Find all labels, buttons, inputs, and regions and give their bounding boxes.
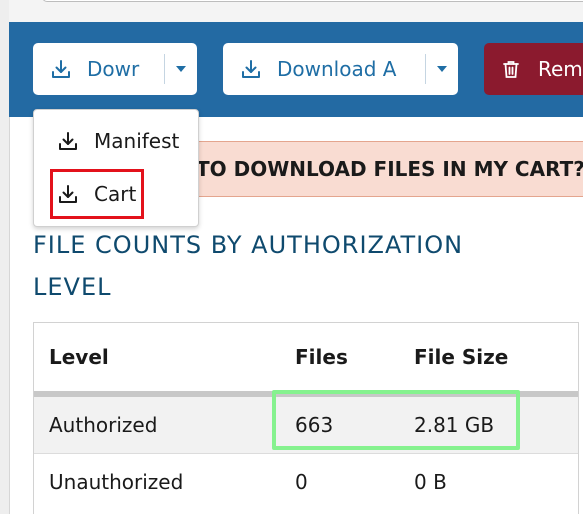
cell-level: Unauthorized <box>49 470 184 494</box>
chevron-down-icon <box>176 66 187 72</box>
alert-text: TO DOWNLOAD FILES IN MY CART? <box>196 157 583 181</box>
download-icon <box>59 185 77 203</box>
remove-all-button[interactable]: Rem <box>484 43 583 95</box>
heading-line-2: LEVEL <box>33 273 112 301</box>
menu-item-cart-label: Cart <box>94 182 137 206</box>
authorization-table: Level Files File Size Authorized 663 2.8… <box>33 322 579 514</box>
cart-toolbar: Dowr Download A Rem <box>9 22 583 117</box>
cell-files: 0 <box>295 470 308 494</box>
cell-level: Authorized <box>49 413 158 437</box>
download-icon <box>59 132 77 150</box>
download-icon <box>52 60 70 78</box>
file-counts-heading: FILE COUNTS BY AUTHORIZATION LEVEL <box>33 224 553 308</box>
download-dropdown-button[interactable]: Dowr <box>33 43 197 95</box>
download-dropdown-menu: Manifest Cart <box>33 109 199 227</box>
menu-item-manifest-label: Manifest <box>94 129 180 153</box>
download-button-main[interactable]: Dowr <box>33 43 164 95</box>
download-all-dropdown-button[interactable]: Download A <box>223 43 458 95</box>
chevron-down-icon <box>437 66 448 72</box>
header-level: Level <box>49 345 109 369</box>
header-files: Files <box>295 345 348 369</box>
download-caret-toggle[interactable] <box>165 43 197 95</box>
download-button-label: Dowr <box>87 57 140 81</box>
cell-size: 0 B <box>414 470 447 494</box>
header-file-size: File Size <box>414 345 509 369</box>
top-area <box>9 0 583 22</box>
download-all-button-main[interactable]: Download A <box>223 43 425 95</box>
menu-item-manifest[interactable]: Manifest <box>34 121 198 161</box>
download-all-button-label: Download A <box>277 57 397 81</box>
menu-item-cart[interactable]: Cart <box>34 174 198 214</box>
download-info-alert: TO DOWNLOAD FILES IN MY CART? <box>140 141 583 197</box>
cell-files: 663 <box>295 413 334 437</box>
cell-size: 2.81 GB <box>414 413 495 437</box>
trash-icon <box>503 61 519 78</box>
download-all-caret-toggle[interactable] <box>426 43 458 95</box>
table-row: Authorized 663 2.81 GB <box>34 397 578 454</box>
table-row: Unauthorized 0 0 B <box>34 454 578 510</box>
remove-all-label: Rem <box>538 57 583 81</box>
table-header: Level Files File Size <box>34 323 578 397</box>
download-icon <box>242 60 260 78</box>
heading-line-1: FILE COUNTS BY AUTHORIZATION <box>33 231 464 259</box>
top-field <box>42 0 583 2</box>
